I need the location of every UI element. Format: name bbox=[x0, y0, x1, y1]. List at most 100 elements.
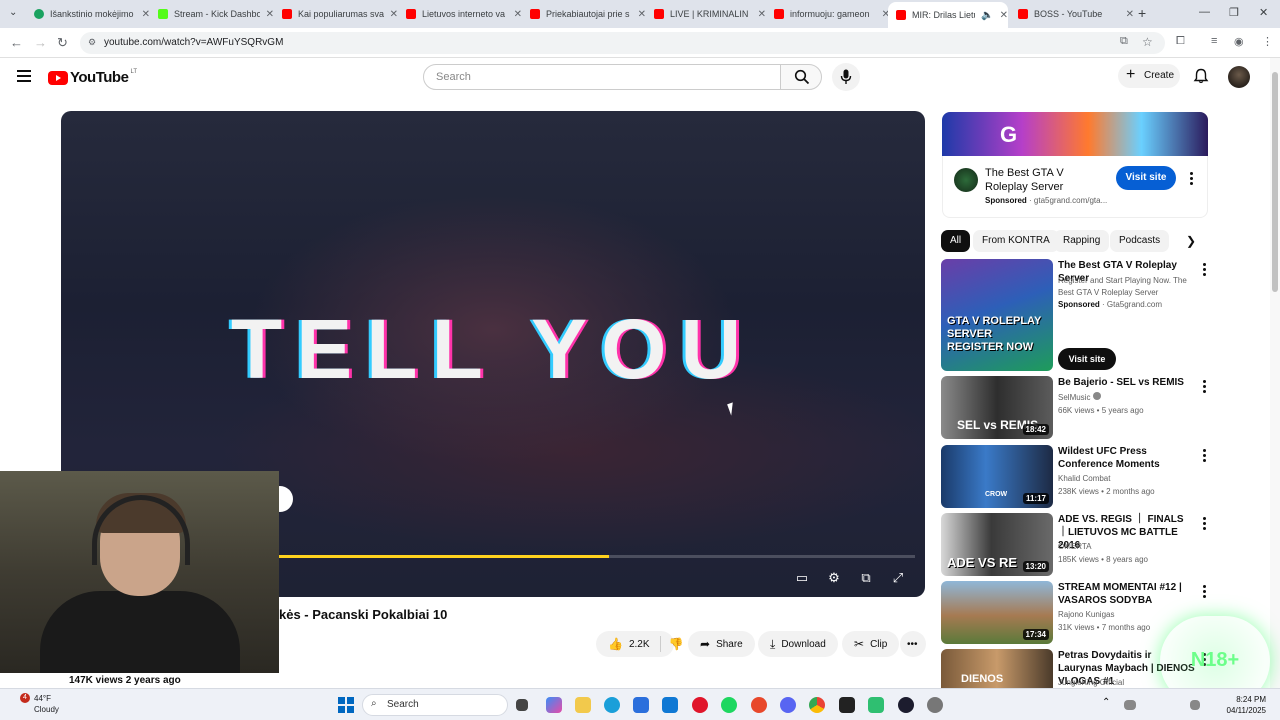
windows-start-icon[interactable] bbox=[338, 697, 354, 713]
create-button[interactable]: + Create bbox=[1118, 64, 1180, 88]
app-icon-circle[interactable] bbox=[898, 697, 914, 713]
fullscreen-icon[interactable]: ⤢ bbox=[890, 570, 906, 585]
ad-title[interactable]: The Best GTA V Roleplay Server bbox=[985, 166, 1105, 194]
spotify-icon[interactable] bbox=[721, 697, 737, 713]
rec-more-icon[interactable] bbox=[1203, 263, 1207, 277]
reload-icon[interactable]: ↻ bbox=[57, 35, 68, 51]
scrollbar-thumb[interactable] bbox=[1272, 72, 1278, 292]
rec-more-icon[interactable] bbox=[1203, 449, 1207, 463]
rec-title[interactable]: Be Bajerio - SEL vs REMIS bbox=[1058, 376, 1196, 389]
visit-site-button[interactable]: Visit site bbox=[1058, 348, 1116, 370]
file-explorer-icon[interactable] bbox=[575, 697, 591, 713]
list-item[interactable]: GTA V ROLEPLAY SERVER REGISTER NOW The B… bbox=[941, 259, 1211, 371]
close-icon[interactable]: ✕ bbox=[390, 9, 398, 20]
visit-site-button[interactable]: Visit site bbox=[1116, 166, 1176, 190]
download-button[interactable]: ⤓ Download bbox=[758, 631, 838, 657]
close-icon[interactable]: ✕ bbox=[1000, 10, 1008, 21]
volume-icon[interactable] bbox=[1190, 700, 1200, 710]
new-tab-icon[interactable]: + bbox=[1138, 5, 1146, 21]
store-icon[interactable] bbox=[633, 697, 649, 713]
close-icon[interactable]: ✕ bbox=[1126, 9, 1134, 20]
opera-icon[interactable] bbox=[692, 697, 708, 713]
close-icon[interactable]: ✕ bbox=[514, 9, 522, 20]
close-icon[interactable]: ✕ bbox=[266, 9, 274, 20]
ad-more-icon[interactable] bbox=[1190, 172, 1194, 186]
network-icon[interactable] bbox=[1124, 700, 1136, 710]
ad-card[interactable]: The Best GTA V Roleplay Server Sponsored… bbox=[942, 156, 1208, 218]
voice-search-button[interactable] bbox=[832, 63, 860, 91]
ad-banner-image[interactable]: G bbox=[942, 112, 1208, 156]
chrome-icon[interactable] bbox=[809, 697, 825, 713]
app-icon-green[interactable] bbox=[868, 697, 884, 713]
browser-menu-icon[interactable]: ⋮ bbox=[1262, 35, 1273, 48]
youtube-logo[interactable]: YouTube LT bbox=[48, 69, 137, 86]
thumbs-down-icon[interactable]: 👎 bbox=[669, 637, 684, 651]
minimize-icon[interactable]: — bbox=[1199, 6, 1210, 18]
browser-tab[interactable]: Kai populiarumas sva ✕ bbox=[274, 4, 398, 24]
copilot-icon[interactable] bbox=[546, 697, 562, 713]
browser-tab[interactable]: LIVE | KRIMINALIN ✕ bbox=[646, 4, 766, 24]
speaker-icon[interactable]: 🔈 bbox=[981, 10, 993, 21]
chevron-right-icon[interactable]: ❯ bbox=[1186, 234, 1196, 248]
tray-chevron-up-icon[interactable]: ⌃ bbox=[1102, 697, 1118, 713]
close-icon[interactable]: ✕ bbox=[142, 9, 150, 20]
close-icon[interactable]: ✕ bbox=[758, 9, 766, 20]
window-close-icon[interactable]: ✕ bbox=[1259, 6, 1268, 19]
edge-icon[interactable] bbox=[604, 697, 620, 713]
extensions-icon[interactable]: ⧠ bbox=[1176, 35, 1185, 48]
chip-rapping[interactable]: Rapping bbox=[1054, 230, 1110, 252]
search-button[interactable] bbox=[780, 64, 822, 90]
browser-tab[interactable]: Išankstinio mokėjimo ✕ bbox=[26, 4, 150, 24]
more-actions-button[interactable]: ••• bbox=[900, 631, 926, 657]
restore-icon[interactable]: ❐ bbox=[1229, 6, 1239, 19]
browser-tab[interactable]: BOSS - YouTube ✕ bbox=[1010, 4, 1134, 24]
close-icon[interactable]: ✕ bbox=[638, 9, 646, 20]
clip-button[interactable]: ✂ Clip bbox=[842, 631, 900, 657]
list-item[interactable]: ADE VS RE 13:20 ADE VS. REGIS ｜ FINALS ｜… bbox=[941, 513, 1211, 576]
settings-gear-icon[interactable]: ⚙ bbox=[826, 570, 842, 585]
media-control-icon[interactable]: ≡ bbox=[1211, 35, 1217, 47]
taskbar-search[interactable]: ⌕ Search bbox=[362, 694, 508, 716]
browser-tab[interactable]: Lietuvos interneto va ✕ bbox=[398, 4, 522, 24]
rec-title[interactable]: STREAM MOMENTAI #12 | VASAROS SODYBA bbox=[1058, 581, 1196, 607]
user-avatar[interactable] bbox=[1228, 66, 1250, 88]
rec-more-icon[interactable] bbox=[1203, 517, 1207, 531]
settings-gear-icon[interactable] bbox=[927, 697, 943, 713]
browser-tab[interactable]: Stream - Kick Dashboard ✕ bbox=[150, 4, 274, 24]
video-thumbnail[interactable]: SEL vs REMIS 18:42 bbox=[941, 376, 1053, 439]
bookmark-star-icon[interactable]: ☆ bbox=[1142, 35, 1153, 49]
install-app-icon[interactable]: ⧉ bbox=[1120, 35, 1128, 48]
system-clock[interactable]: 8:24 PM 04/11/2025 bbox=[1210, 694, 1266, 716]
discord-icon[interactable] bbox=[780, 697, 796, 713]
back-icon[interactable]: ← bbox=[10, 35, 23, 50]
rec-title[interactable]: Wildest UFC Press Conference Moments bbox=[1058, 445, 1196, 471]
video-thumbnail[interactable]: GTA V ROLEPLAY SERVER REGISTER NOW bbox=[941, 259, 1053, 371]
chip-all[interactable]: All bbox=[941, 230, 971, 252]
video-thumbnail[interactable]: DIENOS bbox=[941, 649, 1053, 688]
video-thumbnail[interactable]: 17:34 bbox=[941, 581, 1053, 644]
search-input[interactable]: Search bbox=[423, 64, 781, 90]
miniplayer-icon[interactable]: ⧉ bbox=[858, 570, 874, 585]
page-scrollbar[interactable] bbox=[1270, 58, 1280, 688]
profile-icon[interactable]: ◉ bbox=[1234, 35, 1244, 48]
subtitles-icon[interactable]: ▭ bbox=[794, 570, 810, 585]
share-button[interactable]: ➦ Share bbox=[688, 631, 755, 657]
list-item[interactable]: CROW 11:17 Wildest UFC Press Conference … bbox=[941, 445, 1211, 508]
rec-more-icon[interactable] bbox=[1203, 585, 1207, 599]
like-button[interactable]: 👍 2.2K 👎 bbox=[596, 631, 683, 657]
forward-icon[interactable]: → bbox=[34, 35, 47, 50]
tab-list-icon[interactable]: ⌄ bbox=[9, 7, 17, 18]
browser-tab[interactable]: Priekabiautojai prie s ✕ bbox=[522, 4, 646, 24]
url-field[interactable]: youtube.com/watch?v=AWFuYSQRvGM bbox=[80, 32, 1165, 54]
app-icon-red[interactable] bbox=[751, 697, 767, 713]
outlook-icon[interactable] bbox=[662, 697, 678, 713]
hamburger-menu-icon[interactable] bbox=[17, 70, 31, 82]
video-thumbnail[interactable]: CROW 11:17 bbox=[941, 445, 1053, 508]
site-info-icon[interactable]: ⚙ bbox=[88, 37, 96, 48]
rec-more-icon[interactable] bbox=[1203, 380, 1207, 394]
browser-tab[interactable]: informuoju: gameon ✕ bbox=[766, 4, 890, 24]
video-thumbnail[interactable]: ADE VS RE 13:20 bbox=[941, 513, 1053, 576]
list-item[interactable]: SEL vs REMIS 18:42 Be Bajerio - SEL vs R… bbox=[941, 376, 1211, 439]
browser-tab-active[interactable]: MIR: Drilas Lietu 🔈 ✕ bbox=[888, 2, 1008, 28]
chip-podcasts[interactable]: Podcasts bbox=[1110, 230, 1170, 252]
